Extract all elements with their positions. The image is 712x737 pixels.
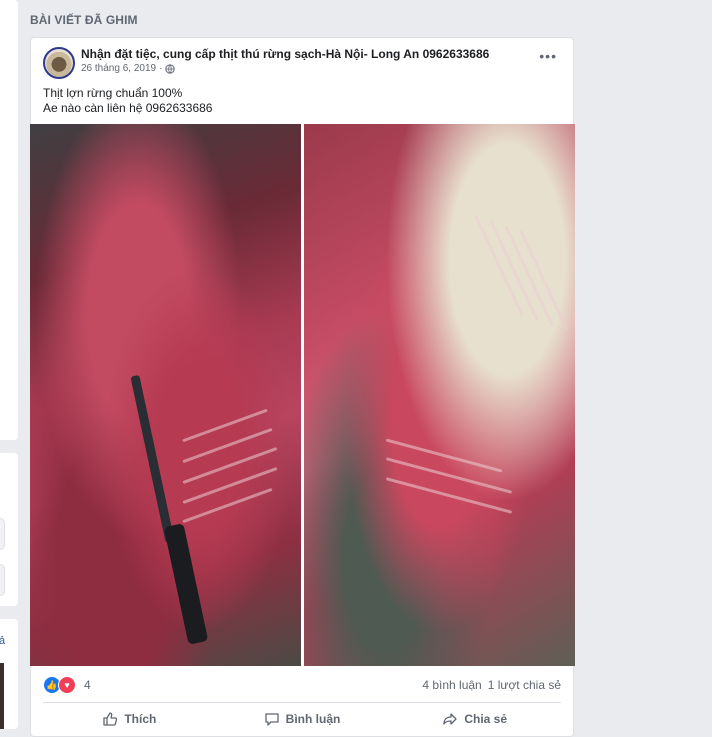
photo-detail xyxy=(385,477,513,514)
photo-detail xyxy=(182,408,268,443)
love-reaction-icon: ♥ xyxy=(58,676,76,694)
left-column-card xyxy=(0,453,18,606)
photo-detail xyxy=(385,438,503,473)
photo-knife-handle xyxy=(163,523,209,645)
photo-detail xyxy=(182,487,273,524)
photo-detail xyxy=(474,215,524,316)
comment-button[interactable]: Bình luận xyxy=(216,706,389,732)
left-column-button[interactable] xyxy=(0,564,5,596)
like-button[interactable]: Thích xyxy=(43,706,216,732)
post-photo[interactable] xyxy=(30,124,301,666)
section-title: BÀI VIẾT ĐÃ GHIM xyxy=(30,13,138,27)
share-icon xyxy=(443,713,457,725)
photo-detail xyxy=(182,466,278,505)
post-photo[interactable] xyxy=(304,124,575,666)
left-column-card xyxy=(0,0,18,440)
share-label: Chia sẻ xyxy=(464,712,508,726)
left-column-button[interactable] xyxy=(0,518,5,550)
comment-label: Bình luận xyxy=(285,712,341,726)
share-button[interactable]: Chia sẻ xyxy=(388,706,561,732)
reaction-summary[interactable]: 👍 ♥ 4 xyxy=(43,676,91,694)
avatar[interactable] xyxy=(43,47,75,79)
post-stats: 4 bình luận 1 lượt chia sẻ xyxy=(422,678,561,692)
left-column-link[interactable]: ả xyxy=(0,635,5,647)
like-label: Thích xyxy=(124,712,157,726)
post-text: Thịt lợn rừng chuẩn 100% Ae nào càn liên… xyxy=(43,86,212,116)
pinned-post: Nhận đặt tiệc, cung cấp thịt thú rừng sạ… xyxy=(30,37,575,737)
meta-separator: · xyxy=(159,63,163,74)
post-meta: 26 tháng 6, 2019 · xyxy=(81,63,176,74)
comment-icon xyxy=(265,713,279,726)
photo-detail xyxy=(385,457,513,494)
left-column-thumbnail[interactable] xyxy=(0,663,4,729)
divider xyxy=(43,702,561,703)
photo-detail xyxy=(504,225,554,326)
more-options-icon[interactable]: ••• xyxy=(539,49,557,63)
post-actions: Thích Bình luận Chia sẻ xyxy=(43,706,561,732)
globe-icon[interactable] xyxy=(165,63,176,74)
post-date[interactable]: 26 tháng 6, 2019 xyxy=(81,63,156,74)
photo-detail xyxy=(489,220,539,321)
share-count[interactable]: 1 lượt chia sẻ xyxy=(488,678,561,692)
post-text-line: Ae nào càn liên hệ 0962633686 xyxy=(43,101,213,115)
comment-count[interactable]: 4 bình luận xyxy=(422,678,481,692)
post-author[interactable]: Nhận đặt tiệc, cung cấp thịt thú rừng sạ… xyxy=(81,47,489,61)
post-text-line: Thịt lợn rừng chuẩn 100% xyxy=(43,86,183,100)
thumbs-up-icon xyxy=(103,712,118,726)
reaction-count[interactable]: 4 xyxy=(84,678,91,692)
photo-detail xyxy=(182,446,278,485)
photo-detail xyxy=(519,230,569,331)
photo-knife xyxy=(130,374,175,544)
